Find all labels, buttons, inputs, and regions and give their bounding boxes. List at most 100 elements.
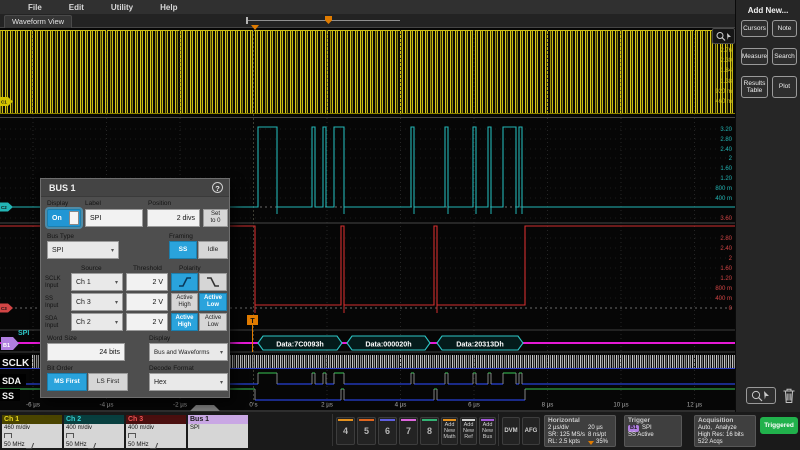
sclk-source-dropdown[interactable]: Ch 1 ▾ [71,273,123,291]
ch3-scale-label: 2 [729,256,733,262]
horizontal-panel[interactable]: Horizontal 2 µs/div20 µs SR: 125 MS/s8 n… [544,415,616,447]
display-on-toggle[interactable]: On [47,209,81,227]
acquisition-panel[interactable]: Acquisition Auto, Analyze High Res: 16 b… [694,415,756,447]
channel-bandwidth: 50 MHz [128,442,184,449]
trigger-detail: SS Active [628,432,654,439]
dropdown-arrow-icon: ▾ [115,319,118,326]
sclk-threshold-field[interactable]: 2 V [126,273,168,291]
decode-format-label: Decode Format [149,365,194,372]
triggered-status-badge: Triggered [760,417,798,434]
channel-badge-2[interactable]: Ch 2400 m/div50 MHz [64,415,124,448]
digital-label-sclk: SCLK [2,358,30,369]
add-new-button-2[interactable]: Add New Bus [479,417,496,445]
channel-button-5[interactable]: 5 [357,417,376,445]
sample-rate: SR: 125 MS/s [548,432,588,439]
trigger-panel[interactable]: Trigger B1SPI SS Active [624,415,682,447]
bus1-badge[interactable]: Bus 1SPI [188,415,248,448]
trigger-type: SPI [642,425,652,432]
dvm-button[interactable]: DVM [502,417,520,445]
bus-label-field[interactable]: SPI [85,209,143,227]
add-new-button-0[interactable]: Add New Math [441,417,458,445]
bus1-dialog: BUS 1 ? Display Label Position On SPI 2 … [40,178,230,398]
acquisition-detail: High Res: 16 bits [698,432,744,439]
display-mode-dropdown[interactable]: Bus and Waveforms ▾ [149,343,228,361]
channel-marker-label: C2 [1,205,7,210]
position-field[interactable]: 2 divs [147,209,200,227]
draw-a-box-zoom-icon[interactable] [712,28,735,44]
zoom-mode-button[interactable] [746,387,776,404]
ch3-scale-label: 800 m [715,286,732,292]
note-button[interactable]: Note [772,20,797,37]
dropdown-arrow-icon: ▾ [115,279,118,286]
ss-active-low-button[interactable]: Active Low [199,293,227,311]
measure-button[interactable]: Measure [741,48,768,65]
search-button[interactable]: Search [772,48,797,65]
channel-button-7[interactable]: 7 [399,417,418,445]
framing-ss-button[interactable]: SS [169,241,197,259]
ss-active-high-button[interactable]: Active High [171,293,198,311]
help-icon[interactable]: ? [212,182,223,193]
sda-source-value: Ch 2 [76,319,91,326]
oscilloscope-app: File Edit Utility Help Waveform View Dat… [0,0,800,450]
ch1-scale-label: 2.76 [720,48,732,54]
rising-edge-icon [178,277,192,287]
menu-help[interactable]: Help [160,3,177,12]
set-to-zero-button[interactable]: Set to 0 [203,209,228,227]
time-tick-label: 10 µs [613,402,628,409]
sclk-falling-edge-button[interactable] [199,273,227,291]
ls-first-button[interactable]: LS First [88,373,128,391]
channel-button-4[interactable]: 4 [336,417,355,445]
afg-button[interactable]: AFG [522,417,540,445]
pan-track[interactable] [247,20,400,21]
dropdown-arrow-icon: ▾ [220,349,223,356]
channel-bandwidth: 50 MHz [4,442,60,449]
channel-scale: 460 m/div [4,425,60,432]
digital-label-ss: SS [2,391,14,401]
tab-bar: Waveform View [0,14,735,27]
sclk-rising-edge-button[interactable] [171,273,198,291]
ch3-scale-label: 0 [729,306,733,312]
menu-utility[interactable]: Utility [111,3,133,12]
channel-badge-1[interactable]: Ch 1460 m/div50 MHz [2,415,62,448]
expansion-point-icon[interactable] [325,16,332,24]
sda-input-label: SDA Input [45,316,58,330]
bus-type-dropdown[interactable]: SPI ▾ [47,241,119,259]
channel-badge-3[interactable]: Ch 3400 m/div50 MHz [126,415,186,448]
acquisition-mode: Auto, Analyze [698,425,737,432]
menu-edit[interactable]: Edit [69,3,84,12]
bus-data-frame: Data:7C0093h [258,336,342,350]
bus-type-value: SPI [52,247,63,254]
ss-source-dropdown[interactable]: Ch 3 ▾ [71,293,123,311]
word-size-label: Word Size [47,335,77,342]
trigger-position-icon [588,441,594,445]
sda-active-low-button[interactable]: Active Low [199,313,227,331]
channel-scale: 400 m/div [66,425,122,432]
horizontal-scroll-grip[interactable] [190,405,220,411]
word-size-field[interactable]: 24 bits [47,343,125,361]
sda-active-high-button[interactable]: Active High [171,313,198,331]
divider [498,414,499,446]
add-new-button-1[interactable]: Add New Ref [460,417,477,445]
tab-waveform-view[interactable]: Waveform View [4,15,72,28]
sda-source-dropdown[interactable]: Ch 2 ▾ [71,313,123,331]
framing-idle-button[interactable]: Idle [198,241,228,259]
plot-button[interactable]: Plot [772,76,797,98]
framing-label: Framing [169,233,193,240]
results-table-button[interactable]: Results Table [741,76,768,98]
ms-first-button[interactable]: MS First [47,373,87,391]
sda-threshold-field[interactable]: 2 V [126,313,168,331]
channel-button-6[interactable]: 6 [378,417,397,445]
time-tick-label: 4 µs [395,402,407,409]
bus-data-frame: Data:20313Dh [437,336,523,350]
ss-input-label: SS Input [45,296,58,310]
trash-button[interactable] [782,387,796,409]
channel-color-stripe [359,419,374,421]
channel-button-8[interactable]: 8 [420,417,439,445]
cursors-button[interactable]: Cursors [741,20,768,37]
ss-threshold-field[interactable]: 2 V [126,293,168,311]
channel-scale: 400 m/div [128,425,184,432]
decode-format-dropdown[interactable]: Hex ▾ [149,373,228,391]
label-label: Label [85,200,101,207]
menu-file[interactable]: File [28,3,42,12]
magnifier-icon [715,31,732,42]
